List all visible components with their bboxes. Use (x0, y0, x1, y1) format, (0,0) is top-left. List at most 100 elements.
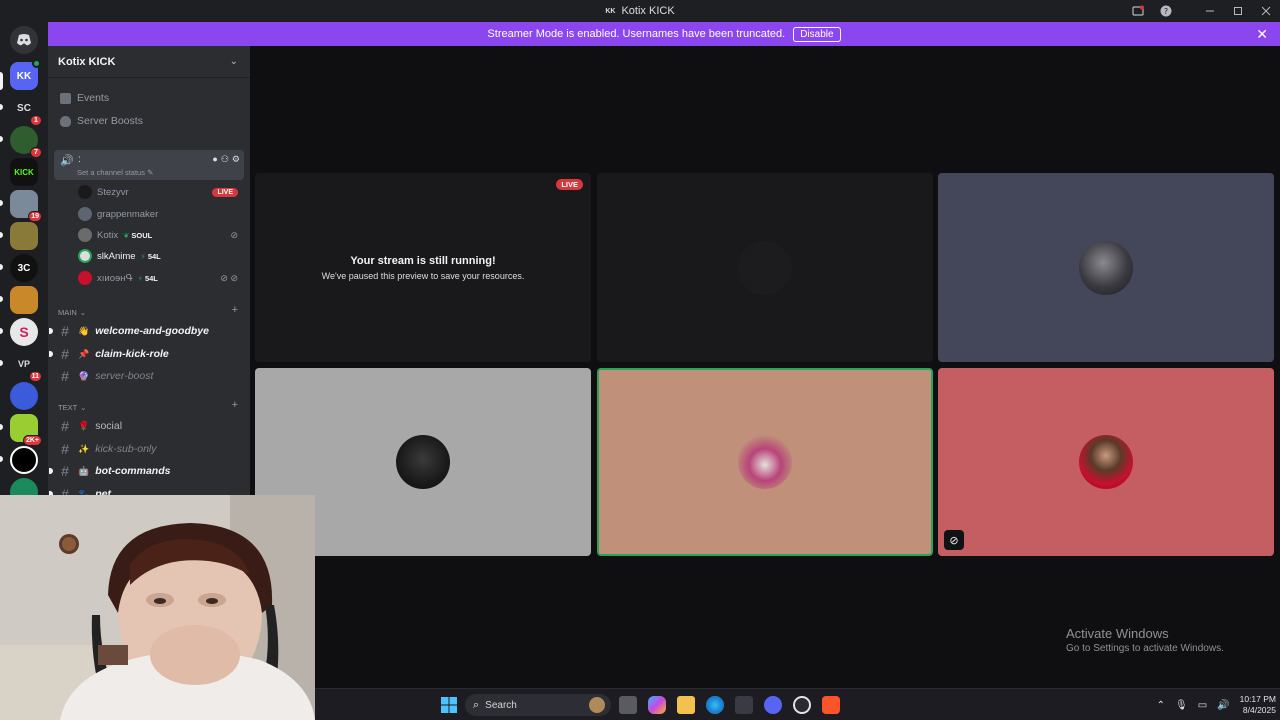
server-vp[interactable]: VP 11 (10, 350, 42, 382)
server-3c[interactable]: 3C (10, 254, 38, 282)
inbox-icon[interactable] (1124, 0, 1152, 22)
server-s[interactable]: S (10, 318, 38, 346)
server-6[interactable] (10, 222, 38, 250)
bolt-icon: ⚡ (140, 251, 146, 261)
microphone-icon[interactable]: 🎙 (1175, 700, 1188, 711)
unread-pill (0, 264, 3, 270)
taskbar-search-input[interactable]: ⌕ Search (465, 694, 611, 716)
participant-tile[interactable] (938, 173, 1274, 362)
unread-pill (0, 328, 3, 334)
server-11[interactable] (10, 382, 38, 410)
server-kotix-kick[interactable]: KK (10, 59, 41, 90)
unread-pill (0, 424, 3, 430)
member-name: Kotix (97, 229, 119, 241)
unread-pill (0, 104, 3, 110)
channel-emoji: 🤖 (78, 465, 90, 476)
category-text[interactable]: TEXT ⌄ (58, 403, 86, 412)
copilot-icon[interactable] (648, 696, 666, 714)
display-icon[interactable]: ▭ (1198, 700, 1207, 711)
chevron-up-icon[interactable]: ⌃ (1157, 700, 1165, 711)
member-tag-text: 54L (147, 251, 161, 261)
channel-status-text: Set a channel status (77, 168, 145, 177)
voice-member[interactable]: Kotix ❦ SOUL ⊘ (78, 226, 242, 244)
disable-streamer-mode-button[interactable]: Disable (793, 26, 841, 42)
unread-pill (0, 136, 3, 142)
close-banner-icon[interactable]: ✕ (1256, 26, 1268, 43)
channel-kick-sub-only[interactable]: # ✨ kick-sub-only (58, 439, 244, 459)
channel-emoji: ✨ (78, 443, 90, 454)
server-label: 3C (17, 262, 31, 274)
hash-icon: # (61, 323, 69, 339)
task-view-icon[interactable] (619, 696, 637, 714)
start-menu-icon[interactable] (440, 696, 458, 714)
steam-icon[interactable] (793, 696, 811, 714)
server-kick[interactable]: KICK (10, 158, 38, 186)
gear-icon[interactable]: ⚙ (232, 154, 240, 165)
member-tag: ⚡ 54L (138, 274, 158, 283)
banner-message: Streamer Mode is enabled. Usernames have… (487, 28, 786, 40)
server-boosts-link[interactable]: Server Boosts (60, 115, 143, 127)
server-12[interactable]: 2K+ (10, 414, 42, 446)
server-13[interactable] (10, 446, 38, 474)
member-name: Stezyvr (97, 186, 129, 198)
mention-badge: 7 (30, 147, 42, 158)
member-name: grappenmaker (97, 208, 159, 220)
server-sc[interactable]: SC 1 (10, 94, 42, 126)
participant-tile-speaking[interactable] (597, 368, 933, 556)
unread-pill (0, 360, 3, 366)
paused-subtitle: We've paused this preview to save your r… (321, 271, 525, 281)
channel-bot-commands[interactable]: # 🤖 bot-commands (49, 461, 244, 481)
add-channel-icon[interactable]: + (232, 304, 238, 316)
brave-icon[interactable] (822, 696, 840, 714)
guild-header[interactable]: Kotix KICK ⌄ (48, 46, 250, 78)
discord-home-icon[interactable] (10, 26, 38, 54)
voice-member[interactable]: хıиoɘʜԳ ⚡ 54L ⊘ ⊘ (78, 269, 242, 287)
boost-icon (60, 115, 71, 127)
voice-member[interactable]: grappenmaker (78, 205, 242, 223)
hash-icon: # (61, 368, 69, 384)
avatar (78, 185, 92, 199)
mention-badge: 19 (28, 211, 42, 222)
stream-tile-paused[interactable]: LIVE Your stream is still running! We've… (255, 173, 591, 362)
edge-icon[interactable] (706, 696, 724, 714)
mention-badge: 2K+ (22, 435, 42, 446)
channel-social[interactable]: # 🌹 social (58, 416, 244, 436)
participant-tile[interactable] (597, 173, 933, 362)
channel-status-hint[interactable]: Set a channel status ✎ (77, 168, 153, 177)
server-5[interactable]: 19 (10, 190, 42, 222)
paused-title: Your stream is still running! (350, 255, 496, 267)
discord-taskbar-icon[interactable] (764, 696, 782, 714)
chat-icon[interactable]: ● (212, 154, 217, 165)
events-link[interactable]: Events (60, 92, 109, 104)
help-icon[interactable]: ? (1152, 0, 1180, 22)
minimize-icon[interactable] (1196, 0, 1224, 22)
file-explorer-icon[interactable] (677, 696, 695, 714)
store-icon[interactable] (735, 696, 753, 714)
windows-activation-watermark: Activate Windows Go to Settings to activ… (1066, 626, 1224, 654)
voice-member[interactable]: Stezyvr LIVE (78, 183, 242, 201)
taskbar-clock[interactable]: 10:17 PM 8/4/2025 (1240, 694, 1276, 716)
channel-welcome[interactable]: # 👋 welcome-and-goodbye (49, 321, 244, 341)
server-8[interactable] (10, 286, 38, 314)
live-badge: LIVE (212, 187, 238, 197)
voice-channel-active[interactable]: 🔊 : Set a channel status ✎ ● ⚇ ⚙ (54, 150, 244, 180)
server-3[interactable]: 7 (10, 126, 42, 158)
close-window-icon[interactable] (1252, 0, 1280, 22)
window-title-text: Kotix KICK (621, 5, 675, 17)
add-channel-icon[interactable]: + (232, 399, 238, 411)
avatar (738, 240, 792, 295)
maximize-icon[interactable] (1224, 0, 1252, 22)
avatar (78, 271, 92, 285)
channel-claim-kick-role[interactable]: # 📌 claim-kick-role (49, 344, 244, 364)
guild-name: Kotix KICK (58, 55, 116, 68)
member-name: хıиoɘʜԳ (97, 272, 133, 284)
invite-icon[interactable]: ⚇ (221, 154, 229, 165)
voice-member[interactable]: slkAnime ⚡ 54L (78, 247, 242, 265)
live-badge: LIVE (556, 179, 583, 190)
unread-indicator (49, 351, 53, 357)
participant-tile[interactable]: ⊘ (938, 368, 1274, 556)
category-main[interactable]: MAIN ⌄ (58, 308, 86, 317)
volume-icon[interactable]: 🔊 (1217, 700, 1229, 711)
server-live-dot (32, 59, 41, 68)
channel-server-boost[interactable]: # 🔮 server-boost (58, 366, 244, 386)
